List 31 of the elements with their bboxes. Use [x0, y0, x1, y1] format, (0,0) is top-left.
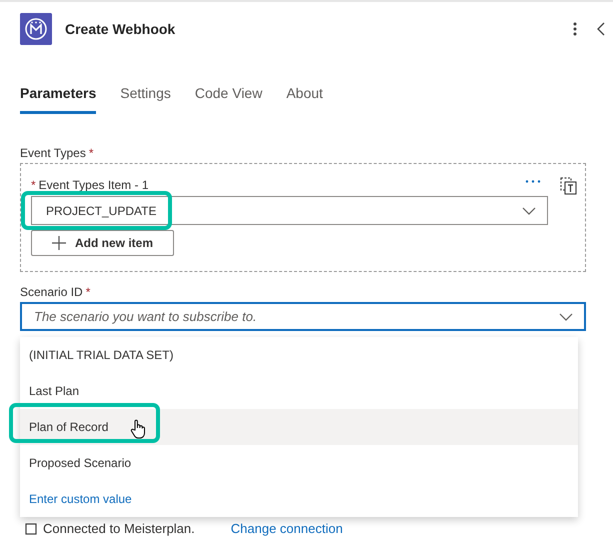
more-options-icon[interactable]: [573, 22, 577, 36]
connection-icon: [25, 522, 37, 534]
add-item-button[interactable]: Add new item: [31, 230, 174, 256]
app-logo: [20, 13, 52, 45]
required-mark: *: [86, 285, 90, 299]
tab[interactable]: Parameters: [20, 85, 96, 114]
custom-value-option[interactable]: Enter custom value: [20, 481, 578, 517]
field-label: Scenario ID: [20, 285, 83, 299]
dropdown-field[interactable]: PROJECT_UPDATE: [31, 196, 548, 225]
more-options-icon[interactable]: [525, 180, 541, 183]
dropdown-option[interactable]: Plan of Record: [20, 409, 578, 445]
field-label: Event Types: [20, 146, 86, 160]
required-mark: *: [31, 178, 36, 192]
tab[interactable]: Settings: [120, 85, 171, 114]
collapse-icon[interactable]: [597, 22, 605, 36]
chevron-down-icon: [522, 206, 536, 214]
dropdown-option[interactable]: (INITIAL TRIAL DATA SET): [20, 337, 578, 373]
field-label: Event Types Item - 1: [38, 178, 148, 192]
hand-pointer-icon: [130, 419, 146, 439]
dropdown-field[interactable]: The scenario you want to subscribe to.: [20, 302, 586, 331]
chevron-down-icon: [559, 312, 573, 320]
plus-icon: [51, 235, 67, 251]
dropdown-option[interactable]: Proposed Scenario: [20, 445, 578, 481]
tab[interactable]: Code View: [194, 85, 262, 114]
text-copy-icon[interactable]: [560, 177, 577, 195]
change-connection-link[interactable]: Change connection: [230, 521, 343, 536]
panel-title: Create Webhook: [65, 21, 176, 37]
connection-status: Connected to Meisterplan.: [43, 521, 195, 536]
required-mark: *: [88, 146, 94, 160]
dropdown-option[interactable]: Last Plan: [20, 373, 578, 409]
tab[interactable]: About: [286, 85, 323, 114]
